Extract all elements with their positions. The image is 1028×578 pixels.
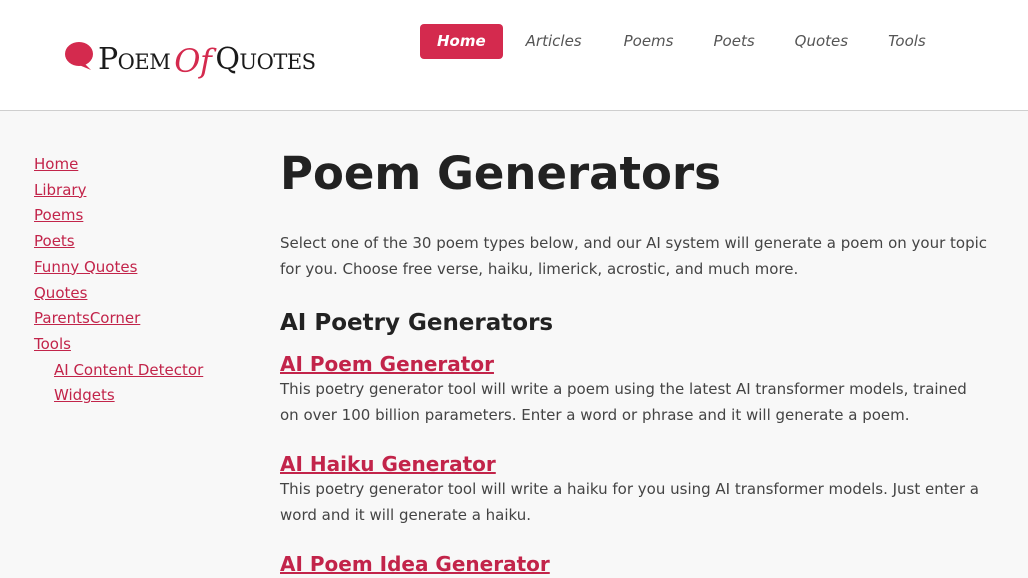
generator-description: This poetry generator tool will write a …: [280, 480, 979, 524]
nav-poems[interactable]: Poems: [606, 24, 692, 59]
sidebar-item-parents-corner[interactable]: ParentsCorner: [34, 306, 244, 332]
sidebar-item-poets[interactable]: Poets: [34, 229, 244, 255]
generator-title-link[interactable]: AI Poem Generator: [280, 352, 990, 376]
nav-articles[interactable]: Articles: [526, 24, 600, 59]
site-logo[interactable]: Poem Of Quotes: [64, 34, 316, 82]
sidebar: Home Library Poems Poets Funny Quotes Qu…: [34, 152, 244, 409]
sidebar-item-home[interactable]: Home: [34, 152, 244, 178]
logo-text-of: Of: [174, 42, 212, 80]
main-content: Poem Generators Select one of the 30 poe…: [280, 146, 990, 578]
site-header: Poem Of Quotes Home Articles Poems Poets Q…: [0, 0, 1028, 111]
generator-title-link[interactable]: AI Haiku Generator: [280, 452, 990, 476]
sidebar-item-quotes[interactable]: Quotes: [34, 281, 244, 307]
sidebar-item-funny-quotes[interactable]: Funny Quotes: [34, 255, 244, 281]
page-title: Poem Generators: [280, 147, 721, 200]
intro-text: Select one of the 30 poem types below, a…: [280, 234, 988, 278]
speech-bubble-icon: [65, 42, 93, 70]
generator-description: This poetry generator tool will write a …: [280, 380, 967, 424]
logo-text: Poem Of Quotes: [98, 39, 316, 80]
sidebar-subitem-widgets[interactable]: Widgets: [34, 383, 244, 409]
nav-poets[interactable]: Poets: [696, 24, 773, 59]
sidebar-item-tools[interactable]: Tools: [34, 332, 244, 358]
generator-item: AI Poem Generator This poetry generator …: [280, 352, 990, 428]
sidebar-subitem-ai-content-detector[interactable]: AI Content Detector: [34, 358, 244, 384]
generator-item: AI Poem Idea Generator: [280, 552, 990, 576]
logo-text-poem: Poem: [98, 42, 171, 77]
section-title: AI Poetry Generators: [280, 310, 554, 336]
sidebar-item-library[interactable]: Library: [34, 178, 244, 204]
sidebar-item-poems[interactable]: Poems: [34, 203, 244, 229]
nav-tools[interactable]: Tools: [870, 24, 944, 59]
nav-home[interactable]: Home: [420, 24, 503, 59]
nav-quotes[interactable]: Quotes: [777, 24, 866, 59]
main-nav: Home Articles Poems Poets Quotes Tools: [420, 24, 944, 59]
logo-text-quotes: Quotes: [215, 42, 316, 77]
generator-title-link[interactable]: AI Poem Idea Generator: [280, 552, 990, 576]
generator-item: AI Haiku Generator This poetry generator…: [280, 452, 990, 528]
